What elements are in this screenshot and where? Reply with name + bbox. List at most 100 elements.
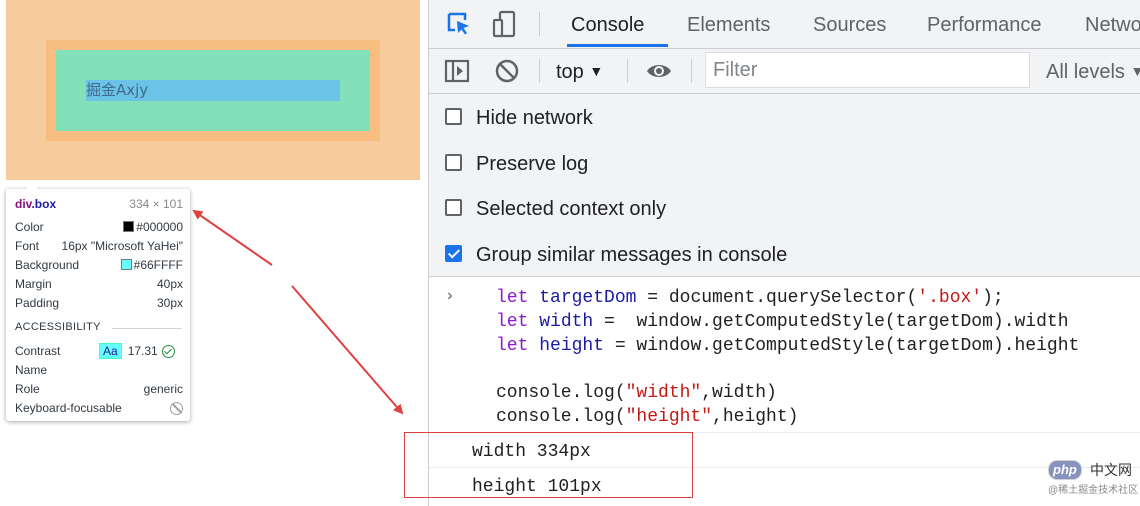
code-string: "width" bbox=[625, 383, 702, 403]
tooltip-row-padding: Padding 30px bbox=[15, 294, 183, 312]
code-line: let targetDom = document.querySelector('… bbox=[496, 286, 1004, 310]
sidebar-toggle-icon[interactable] bbox=[443, 57, 471, 85]
tab-console[interactable]: Console bbox=[571, 0, 644, 48]
code-variable: height bbox=[539, 336, 605, 356]
code-line: let width = window.getComputedStyle(targ… bbox=[496, 310, 1069, 334]
tab-performance[interactable]: Performance bbox=[927, 0, 1042, 48]
watermark-sub: @稀土掘金技术社区 bbox=[1048, 485, 1139, 496]
element-size: 334 × 101 bbox=[129, 197, 183, 211]
divider bbox=[691, 59, 692, 83]
setting-label: Hide network bbox=[476, 107, 593, 129]
row-key: Color bbox=[15, 220, 44, 234]
row-value: generic bbox=[143, 382, 183, 396]
checkbox[interactable] bbox=[445, 154, 462, 171]
filter-input[interactable] bbox=[705, 52, 1030, 88]
color-swatch bbox=[123, 221, 135, 232]
arrow-to-tooltip bbox=[192, 209, 273, 266]
live-expression-eye-icon[interactable] bbox=[645, 57, 673, 85]
watermark: php 中文网 @稀土掘金技术社区 bbox=[1048, 460, 1139, 504]
console-settings: Hide network Preserve log Selected conte… bbox=[429, 94, 1140, 277]
setting-label: Selected context only bbox=[476, 198, 667, 220]
row-key: Name bbox=[15, 363, 48, 377]
code-text: = window.getComputedStyle(targetDom).wid… bbox=[593, 312, 1069, 332]
background-swatch bbox=[120, 259, 132, 270]
log-levels-select[interactable]: All levels ▼ bbox=[1046, 49, 1140, 93]
levels-value: All levels bbox=[1046, 61, 1125, 83]
not-focusable-icon bbox=[170, 402, 183, 415]
code-text: console.log( bbox=[496, 407, 626, 427]
row-value: #000000 bbox=[136, 220, 183, 234]
row-key: Padding bbox=[15, 296, 60, 310]
inspect-element-icon[interactable] bbox=[445, 10, 473, 38]
tooltip-header: div.box 334 × 101 bbox=[15, 195, 183, 213]
tooltip-row-contrast: Contrast Aa 17.31 bbox=[15, 342, 183, 360]
checkbox[interactable] bbox=[445, 199, 462, 216]
tooltip-row-focusable: Keyboard-focusable bbox=[15, 399, 183, 417]
code-variable: width bbox=[539, 312, 594, 332]
row-value: 30px bbox=[156, 296, 183, 310]
divider bbox=[112, 328, 182, 329]
contrast-value: 17.31 bbox=[127, 344, 158, 358]
arrow-to-output bbox=[291, 285, 404, 415]
active-tab-indicator bbox=[567, 44, 668, 47]
divider bbox=[627, 59, 628, 83]
setting-label: Group similar messages in console bbox=[476, 244, 788, 266]
context-value: top bbox=[556, 61, 584, 83]
tooltip-row-font: Font 16px "Microsoft YaHei" bbox=[15, 237, 183, 255]
row-key: Background bbox=[15, 258, 80, 272]
code-line: console.log("width",width) bbox=[496, 381, 777, 405]
watermark-cn: 中文网 bbox=[1090, 462, 1132, 478]
code-text: = document.querySelector( bbox=[636, 288, 918, 308]
tab-network[interactable]: Netwo bbox=[1085, 0, 1140, 48]
checkbox-checked[interactable] bbox=[445, 245, 462, 262]
accessibility-heading: ACCESSIBILITY bbox=[15, 321, 101, 333]
code-keyword: let bbox=[496, 336, 540, 356]
row-value: 40px bbox=[156, 277, 183, 291]
code-string: '.box' bbox=[917, 288, 983, 308]
output-highlight-box bbox=[404, 432, 693, 498]
clear-console-icon[interactable] bbox=[493, 57, 521, 85]
tab-elements[interactable]: Elements bbox=[687, 0, 770, 48]
row-key: Keyboard-focusable bbox=[15, 401, 122, 415]
element-class: .box bbox=[31, 197, 57, 211]
row-value: 16px "Microsoft YaHei" bbox=[61, 239, 183, 253]
tooltip-row-name: Name bbox=[15, 361, 183, 379]
code-string: "height" bbox=[625, 407, 713, 427]
check-circle-icon bbox=[161, 345, 175, 358]
context-select[interactable]: top ▼ bbox=[556, 49, 603, 93]
code-text: console.log( bbox=[496, 383, 626, 403]
code-text: ,width) bbox=[701, 383, 777, 403]
row-value: #66FFFF bbox=[133, 258, 183, 272]
tooltip-row-color: Color #000000 bbox=[15, 218, 183, 236]
code-line: let height = window.getComputedStyle(tar… bbox=[496, 334, 1079, 358]
element-tag: div bbox=[15, 197, 32, 211]
page-preview: 掘金Axjy div.box 334 × 101 Color #000000 F… bbox=[0, 0, 428, 506]
code-variable: targetDom bbox=[539, 288, 637, 308]
tooltip-row-role: Role generic bbox=[15, 380, 183, 398]
contrast-badge: Aa bbox=[99, 343, 122, 359]
code-keyword: let bbox=[496, 312, 540, 332]
tooltip-caret bbox=[26, 183, 38, 189]
chevron-down-icon: ▼ bbox=[589, 63, 604, 79]
checkbox[interactable] bbox=[445, 108, 462, 125]
divider bbox=[539, 59, 540, 83]
row-key: Contrast bbox=[15, 344, 61, 358]
code-line: console.log("height",height) bbox=[496, 405, 798, 429]
tab-sources[interactable]: Sources bbox=[813, 0, 886, 48]
input-prompt-icon: › bbox=[445, 287, 455, 305]
console-toolbar: top ▼ All levels ▼ bbox=[429, 49, 1140, 94]
devtools-panel: Console Elements Sources Performance Net… bbox=[428, 0, 1140, 506]
inspect-tooltip: div.box 334 × 101 Color #000000 Font 16p… bbox=[6, 183, 190, 421]
row-key: Font bbox=[15, 239, 40, 253]
code-text: = window.getComputedStyle(targetDom).hei… bbox=[604, 336, 1080, 356]
row-key: Role bbox=[15, 382, 40, 396]
device-toolbar-icon[interactable] bbox=[491, 10, 519, 38]
tooltip-row-margin: Margin 40px bbox=[15, 275, 183, 293]
code-text: ); bbox=[982, 288, 1004, 308]
code-keyword: let bbox=[496, 288, 540, 308]
setting-label: Preserve log bbox=[476, 153, 589, 175]
divider bbox=[539, 12, 540, 36]
box-content-text: 掘金Axjy bbox=[86, 81, 149, 99]
devtools-tabbar: Console Elements Sources Performance Net… bbox=[429, 0, 1140, 49]
chevron-down-icon: ▼ bbox=[1130, 63, 1140, 79]
